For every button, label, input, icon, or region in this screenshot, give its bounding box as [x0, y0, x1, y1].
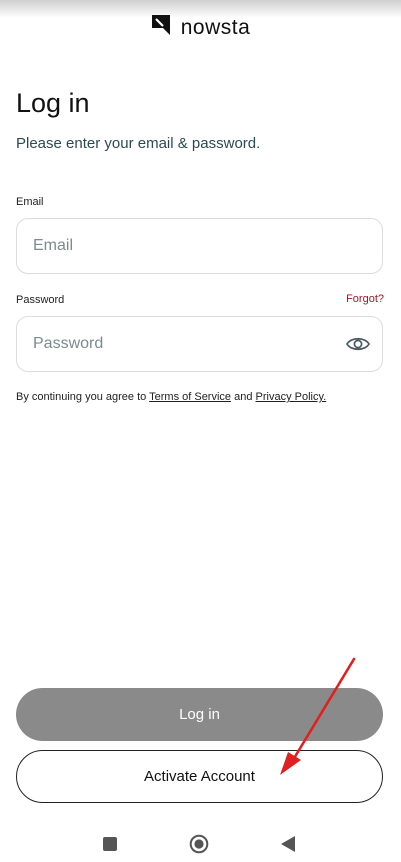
brand-header: nowsta [0, 14, 401, 41]
password-label: Password [16, 294, 65, 306]
email-label: Email [16, 196, 44, 208]
password-field[interactable] [33, 317, 333, 371]
terms-prefix: By continuing you agree to [16, 391, 150, 403]
page-title: Log in [16, 88, 90, 118]
terms-of-service-link[interactable]: Terms of Service [149, 391, 231, 403]
email-field[interactable] [33, 219, 333, 273]
triangle-back-icon[interactable] [280, 835, 296, 858]
square-icon[interactable] [102, 836, 118, 857]
email-field-box[interactable] [16, 218, 383, 274]
password-field-box[interactable] [16, 316, 383, 372]
nowsta-logo-icon [151, 14, 171, 41]
terms-middle: and [231, 391, 256, 403]
login-button[interactable]: Log in [16, 688, 383, 741]
page-subtitle: Please enter your email & password. [16, 135, 261, 152]
brand-name: nowsta [180, 15, 251, 39]
eye-icon[interactable] [346, 333, 370, 355]
privacy-policy-link[interactable]: Privacy Policy. [256, 391, 327, 403]
activate-account-button[interactable]: Activate Account [16, 750, 383, 803]
circle-icon[interactable] [189, 834, 209, 859]
terms-notice: By continuing you agree to Terms of Serv… [16, 391, 326, 404]
forgot-password-link[interactable]: Forgot? [346, 293, 384, 306]
system-nav-bar [0, 824, 401, 862]
